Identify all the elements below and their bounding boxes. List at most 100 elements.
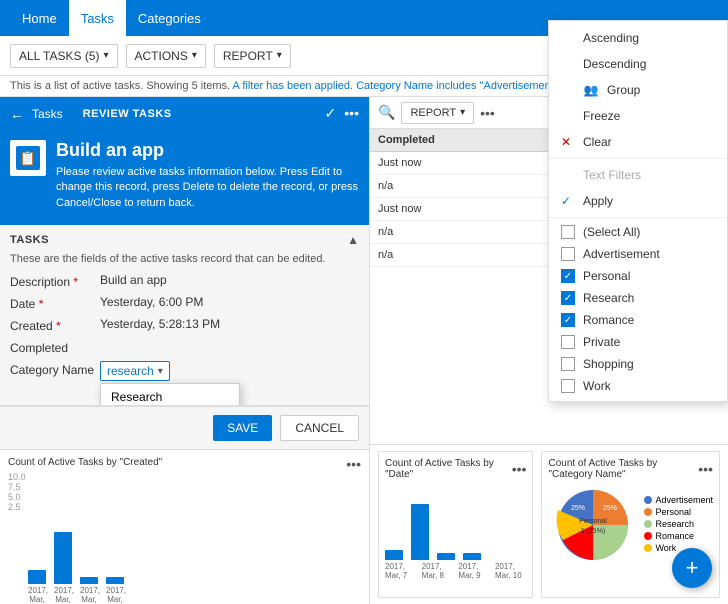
cb-work[interactable] bbox=[561, 379, 575, 393]
search-icon[interactable]: 🔍 bbox=[378, 104, 395, 121]
section-title: TASKS bbox=[10, 234, 49, 246]
rxl-2: 2017, Mar, 8 bbox=[422, 562, 451, 580]
cancel-button[interactable]: CANCEL bbox=[280, 415, 359, 441]
ctx-cb-shopping[interactable]: Shopping bbox=[549, 353, 727, 375]
bar-chart-more[interactable]: ••• bbox=[346, 456, 361, 472]
report-button[interactable]: REPORT ▾ bbox=[214, 44, 291, 68]
bar-1 bbox=[28, 570, 46, 584]
legend-research: Research bbox=[644, 519, 713, 529]
right-bar-header: Count of Active Tasks by "Date" ••• bbox=[385, 458, 526, 480]
ctx-clear-icon: ✕ bbox=[561, 135, 575, 149]
value-created: Yesterday, 5:28:13 PM bbox=[100, 317, 359, 331]
legend-romance: Romance bbox=[644, 531, 713, 541]
pie-more[interactable]: ••• bbox=[698, 461, 713, 477]
ctx-text-filters: Text Filters bbox=[549, 162, 727, 188]
ctx-cb-personal[interactable]: ✓ Personal bbox=[549, 265, 727, 287]
bar-4 bbox=[106, 577, 124, 584]
ctx-cb-work[interactable]: Work bbox=[549, 375, 727, 397]
cb-shopping[interactable] bbox=[561, 357, 575, 371]
bar-chart-card: Count of Active Tasks by "Created" ••• 1… bbox=[0, 449, 369, 604]
ctx-clear[interactable]: ✕ Clear bbox=[549, 129, 727, 155]
report-chevron: ▾ bbox=[277, 50, 282, 61]
cell-completed-1: Just now bbox=[370, 152, 550, 174]
field-completed: Completed bbox=[10, 339, 359, 355]
label-completed: Completed bbox=[10, 339, 100, 355]
ctx-cb-romance[interactable]: ✓ Romance bbox=[549, 309, 727, 331]
cb-research[interactable]: ✓ bbox=[561, 291, 575, 305]
category-chevron-icon[interactable]: ▾ bbox=[158, 366, 163, 377]
x-label-1: 2017, Mar, 7 bbox=[28, 586, 46, 604]
field-category: Category Name research ▾ Research bbox=[10, 361, 359, 381]
app-icon-inner: 📋 bbox=[16, 146, 40, 170]
rxl-4: 2017, Mar, 10 bbox=[495, 562, 527, 580]
ctx-apply[interactable]: ✓ Apply bbox=[549, 188, 727, 214]
fab-button[interactable]: + bbox=[672, 548, 712, 588]
field-date: Date Yesterday, 6:00 PM bbox=[10, 295, 359, 311]
cb-romance[interactable]: ✓ bbox=[561, 313, 575, 327]
all-tasks-button[interactable]: ALL TASKS (5) ▾ bbox=[10, 44, 118, 68]
ctx-cb-research[interactable]: ✓ Research bbox=[549, 287, 727, 309]
review-title: REVIEW TASKS bbox=[83, 108, 172, 120]
right-report-chevron: ▾ bbox=[460, 107, 465, 118]
nav-tasks[interactable]: Tasks bbox=[69, 0, 126, 36]
ctx-apply-check: ✓ bbox=[561, 194, 575, 208]
ctx-freeze[interactable]: Freeze bbox=[549, 103, 727, 129]
right-bar-xlabels: 2017, Mar, 7 2017, Mar, 8 2017, Mar, 9 2… bbox=[385, 562, 526, 580]
right-bar-title: Count of Active Tasks by "Date" bbox=[385, 458, 512, 480]
label-date: Date bbox=[10, 295, 100, 311]
label-description: Description bbox=[10, 273, 100, 289]
cell-completed-4: n/a bbox=[370, 221, 550, 243]
right-bar-chart: Count of Active Tasks by "Date" ••• 2017… bbox=[378, 451, 533, 598]
bar-chart-title: Count of Active Tasks by "Created" bbox=[8, 457, 162, 468]
app-icon: 📋 bbox=[10, 140, 46, 176]
collapse-btn[interactable]: ▲ bbox=[347, 233, 359, 247]
cb-advertisement[interactable] bbox=[561, 247, 575, 261]
app-description: Please review active tasks information b… bbox=[56, 165, 359, 211]
ctx-cb-advertisement[interactable]: Advertisement bbox=[549, 243, 727, 265]
cell-completed-2: n/a bbox=[370, 175, 550, 197]
dropdown-research[interactable]: Research bbox=[101, 384, 239, 406]
legend-advertisement: Advertisement bbox=[644, 495, 713, 505]
cb-select-all[interactable] bbox=[561, 225, 575, 239]
nav-categories[interactable]: Categories bbox=[126, 0, 213, 36]
ctx-ascending[interactable]: Ascending bbox=[549, 25, 727, 51]
ctx-cb-private[interactable]: Private bbox=[549, 331, 727, 353]
back-arrow[interactable]: ← bbox=[10, 106, 24, 122]
save-button[interactable]: SAVE bbox=[213, 415, 272, 441]
legend-personal: Personal bbox=[644, 507, 713, 517]
category-input[interactable]: research ▾ bbox=[100, 361, 170, 381]
ctx-descending[interactable]: Descending bbox=[549, 51, 727, 77]
field-created: Created Yesterday, 5:28:13 PM bbox=[10, 317, 359, 333]
value-date: Yesterday, 6:00 PM bbox=[100, 295, 359, 309]
actions-button[interactable]: ACTIONS ▾ bbox=[126, 44, 206, 68]
cb-private[interactable] bbox=[561, 335, 575, 349]
nav-home[interactable]: Home bbox=[10, 0, 69, 36]
label-created: Created bbox=[10, 317, 100, 333]
right-bar-more[interactable]: ••• bbox=[512, 461, 527, 477]
field-description: Description Build an app bbox=[10, 273, 359, 289]
back-label: Tasks bbox=[32, 107, 63, 121]
rbar-4 bbox=[463, 553, 481, 560]
ctx-cb-select-all[interactable]: (Select All) bbox=[549, 221, 727, 243]
svg-text:25%: 25% bbox=[571, 505, 585, 512]
ctx-group[interactable]: 👥 Group bbox=[549, 77, 727, 103]
right-report-button[interactable]: REPORT ▾ bbox=[401, 102, 474, 124]
value-description: Build an app bbox=[100, 273, 359, 287]
check-icon[interactable]: ✓ bbox=[325, 105, 337, 122]
bar-chart-y-label: 10.07.55.02.5 bbox=[8, 472, 361, 512]
left-panel: ← Tasks REVIEW TASKS ✓ ••• 📋 Build an ap… bbox=[0, 97, 370, 604]
category-dropdown: Research Romance See All ▶ Create New bbox=[100, 383, 240, 406]
more-icon[interactable]: ••• bbox=[344, 105, 359, 122]
ctx-divider-2 bbox=[549, 217, 727, 218]
form-actions: SAVE CANCEL bbox=[0, 406, 369, 449]
pie-header: Count of Active Tasks by "Category Name"… bbox=[548, 458, 713, 480]
bar-chart-bars bbox=[8, 514, 361, 584]
right-more[interactable]: ••• bbox=[480, 105, 495, 121]
app-title: Build an app bbox=[56, 140, 359, 161]
group-icon: 👥 bbox=[583, 83, 599, 97]
cb-personal[interactable]: ✓ bbox=[561, 269, 575, 283]
x-label-3: 2017, Mar, 9 bbox=[80, 586, 98, 604]
x-label-2: 2017, Mar, 8 bbox=[54, 586, 72, 604]
category-wrapper: research ▾ Research Romance bbox=[100, 361, 170, 381]
right-bar-bars bbox=[385, 480, 526, 560]
